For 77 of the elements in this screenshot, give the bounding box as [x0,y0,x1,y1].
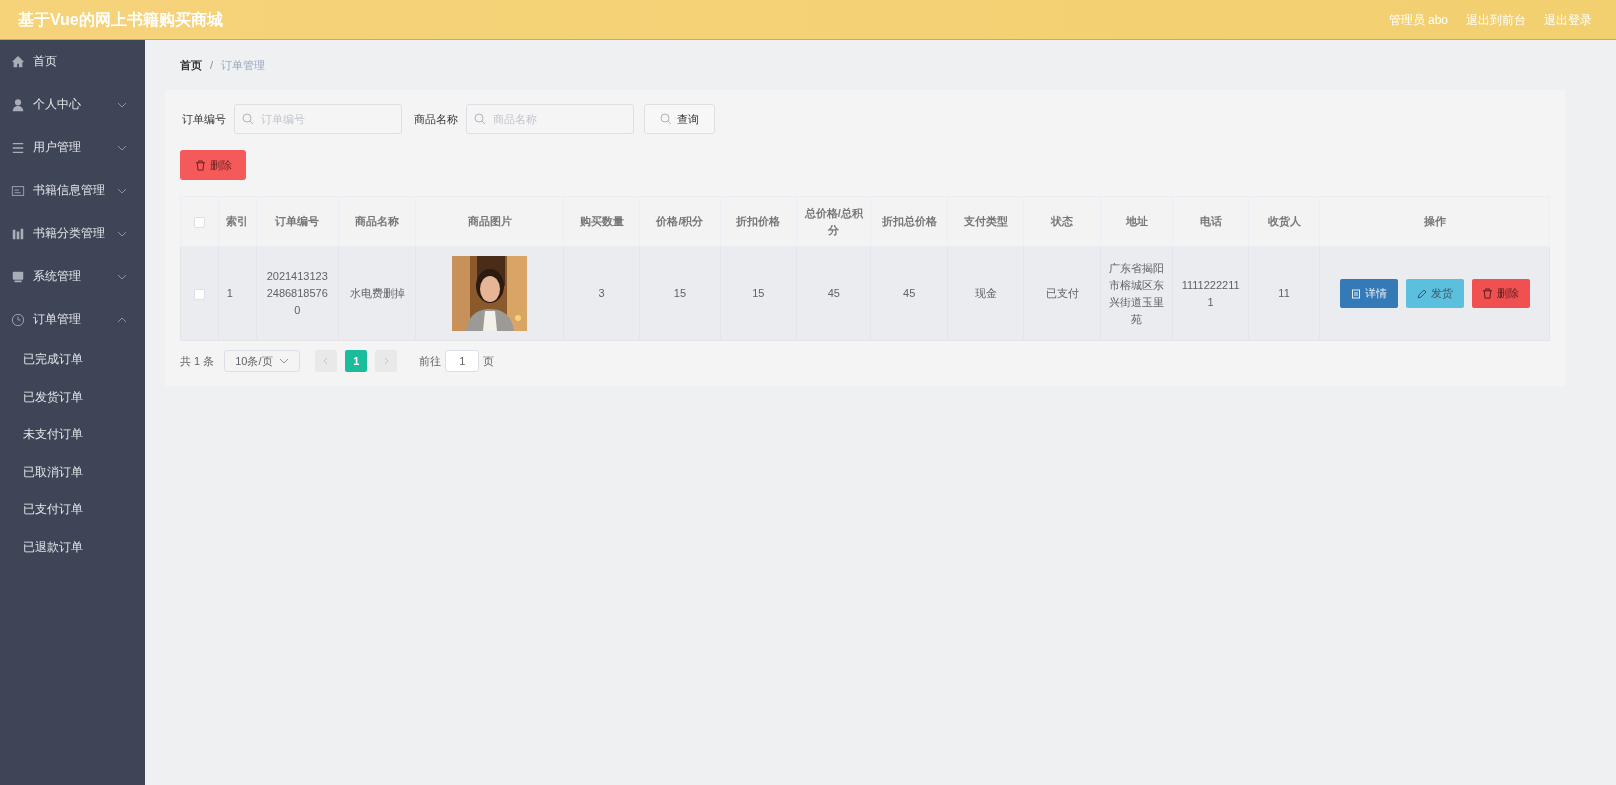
site-title: 基于Vue的网上书籍购买商城 [18,9,223,30]
table-cell: 45 [827,287,840,299]
field-label: 商品名称 [414,111,458,127]
column-header: 商品图片 [467,215,512,228]
sidebar-item[interactable]: 个人中心 [0,83,145,126]
column-header: 操作 [1423,215,1446,228]
breadcrumb-item[interactable]: 首页 [180,56,202,74]
table-cell: 45 [903,287,916,299]
table-cell: 水电费删掉 [349,287,405,299]
column-header: 商品名称 [355,215,400,228]
column-header: 总价格/总积分 [804,207,863,236]
goto-label: 前往 [419,353,442,369]
action-button[interactable]: 详情 [1339,279,1398,308]
column-header: 购买数量 [579,215,624,228]
sidebar-item[interactable]: 首页 [0,40,145,83]
table-cell: 1 [226,287,233,299]
page-size-select[interactable]: 10条/页 [224,350,301,372]
clock-icon [11,312,25,327]
column-header: 状态 [1051,215,1074,228]
table-cell: 11 [1278,287,1290,299]
column-header: 地址 [1125,215,1148,228]
action-button[interactable]: 发货 [1405,279,1464,308]
breadcrumb-separator: / [210,57,214,73]
column-header: 支付类型 [963,215,1008,228]
search-icon [660,113,672,125]
sidebar-item[interactable]: 书籍分类管理 [0,212,145,255]
sidebar-subitem[interactable]: 未支付订单 [0,416,145,454]
table-cell: 广东省揭阳市榕城区东兴街道玉里苑 [1109,261,1165,325]
sidebar-item[interactable]: 书籍信息管理 [0,169,145,212]
action-button[interactable]: 删除 [1471,279,1530,308]
column-header: 收货人 [1267,215,1301,228]
table-cell: 11112222111 [1181,278,1240,308]
user-icon [11,97,25,112]
search-icon [242,113,254,125]
column-header: 折扣总价格 [881,215,937,228]
goto-suffix: 页 [483,353,495,369]
column-header: 订单编号 [275,215,320,228]
trash-icon [194,159,206,171]
sidebar-subitem[interactable]: 已退款订单 [0,528,145,566]
delete-button[interactable]: 删除 [180,150,246,180]
total-count: 共 1 条 [180,353,215,369]
search-button[interactable]: 查询 [644,104,715,134]
document-icon [1350,288,1361,299]
sidebar-item[interactable]: 用户管理 [0,126,145,169]
menu-icon [11,140,25,155]
goto-page-field[interactable]: 1 [445,350,480,372]
table-cell: 15 [673,287,687,299]
monitor-icon [11,269,25,284]
column-header: 电话 [1199,215,1222,228]
trash-icon [1482,288,1494,299]
row-checkbox[interactable] [193,288,205,300]
column-header: 索引 [226,215,249,228]
prev-page-button[interactable] [315,350,338,372]
sidebar-subitem[interactable]: 已发货订单 [0,378,145,416]
sidebar-subitem[interactable]: 已支付订单 [0,491,145,529]
column-header: 价格/积分 [656,215,704,228]
pencil-icon [1416,288,1427,299]
bar-chart-icon [11,226,25,241]
next-page-button[interactable] [375,350,398,372]
sidebar-item[interactable]: 系统管理 [0,255,145,298]
sidebar-subitem[interactable]: 已完成订单 [0,341,145,379]
table-cell: 15 [752,287,765,299]
chevron-right-icon [382,357,391,365]
home-icon [11,54,25,69]
table-cell: 现金 [974,287,997,299]
chevron-down-icon [279,356,290,366]
breadcrumb-item: 订单管理 [221,57,266,73]
table-cell: 202141312324868185760 [266,270,328,316]
column-header: 折扣价格 [736,215,781,228]
card-icon [11,183,25,198]
table-cell: 已支付 [1045,287,1079,299]
table-cell: 3 [598,287,605,299]
sidebar-subitem[interactable]: 已取消订单 [0,453,145,491]
select-all-checkbox[interactable] [193,216,205,228]
field-label: 订单编号 [182,111,226,127]
sidebar-item[interactable]: 订单管理 [0,298,145,341]
search-icon [474,113,486,125]
